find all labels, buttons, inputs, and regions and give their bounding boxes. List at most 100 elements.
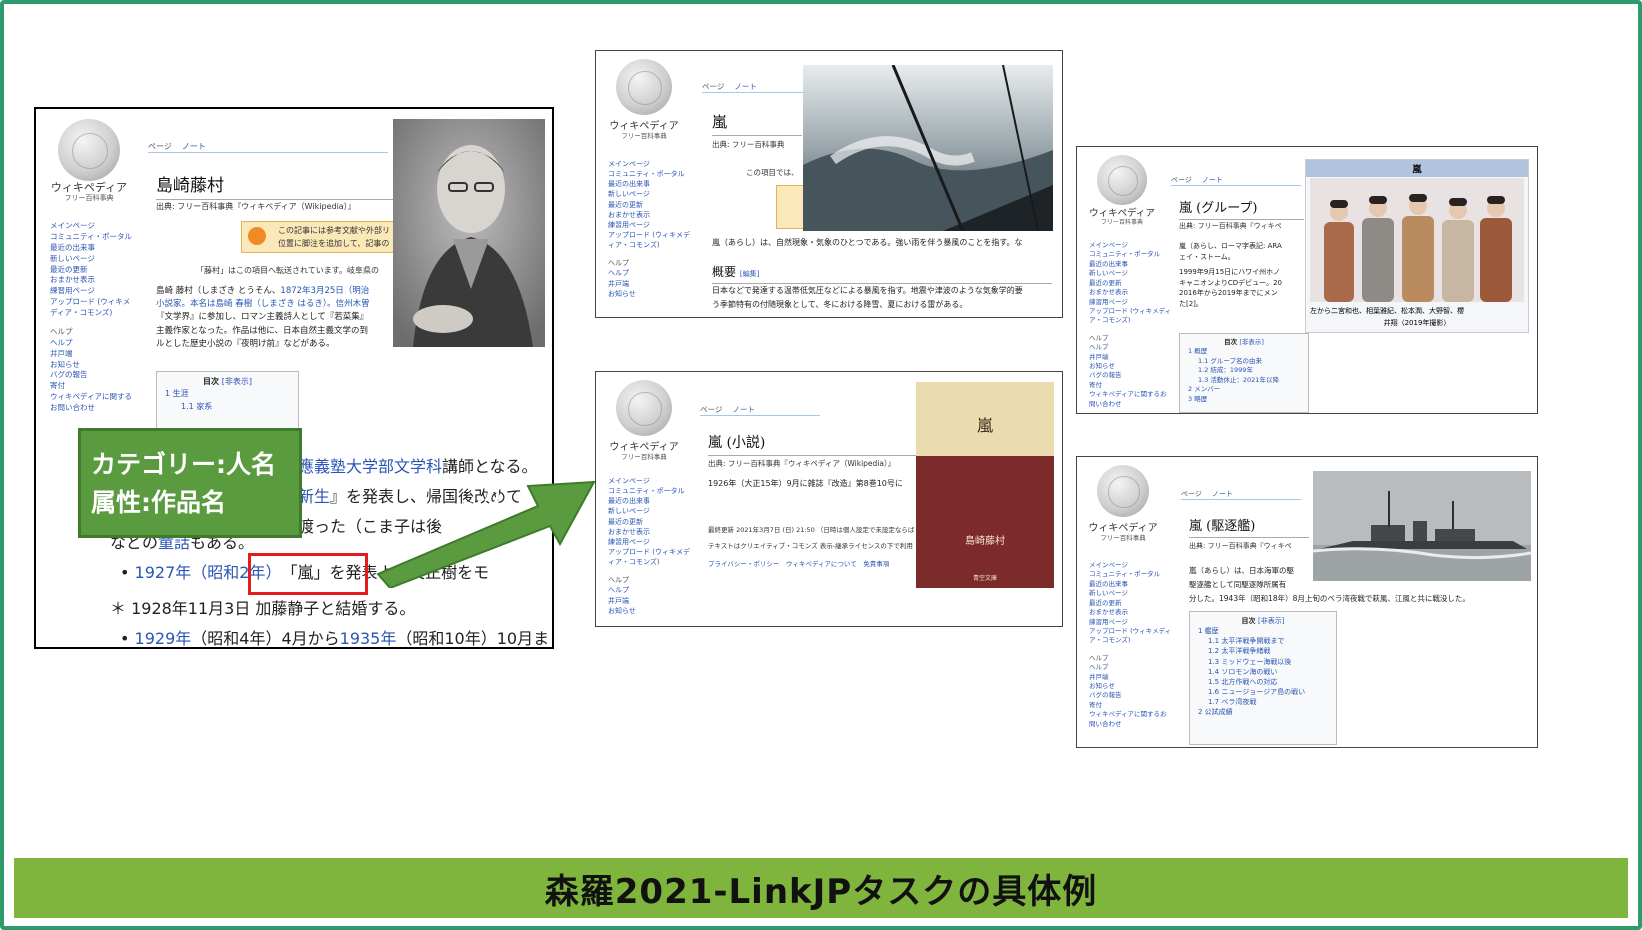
- nav-item[interactable]: コミュニティ・ポータル: [50, 232, 136, 243]
- nav-item[interactable]: 寄付: [1089, 381, 1173, 390]
- nav-item[interactable]: おまかせ表示: [608, 210, 692, 220]
- nav-item[interactable]: 最近の更新: [1089, 279, 1173, 288]
- tab-page[interactable]: ページ: [148, 141, 172, 152]
- nav-item[interactable]: アップロード (ウィキメディア・コモンズ): [1089, 627, 1173, 646]
- tab-page[interactable]: ページ: [1181, 489, 1202, 499]
- tab-page[interactable]: ページ: [1171, 175, 1192, 185]
- nav-item[interactable]: バグの報告: [1089, 691, 1173, 700]
- nav-item[interactable]: 練習用ページ: [608, 537, 692, 547]
- toc-item[interactable]: 1.6 ニュージョージア島の戦い: [1198, 687, 1328, 697]
- date-link[interactable]: 1872年3月25日（明治: [280, 286, 369, 296]
- nav-item[interactable]: 最近の出来事: [50, 243, 136, 254]
- toc-item[interactable]: 2 メンバー: [1188, 385, 1300, 394]
- nav-item[interactable]: 新しいページ: [1089, 269, 1173, 278]
- nav-item[interactable]: コミュニティ・ポータル: [1089, 250, 1173, 259]
- nav-item[interactable]: メインページ: [1089, 241, 1173, 250]
- nav-item[interactable]: ヘルプ: [50, 338, 136, 349]
- toc-item[interactable]: 1.7 ベラ湾夜戦: [1198, 697, 1328, 707]
- nav-item[interactable]: 最近の更新: [50, 265, 136, 276]
- toc-item[interactable]: 1.2 結成：1999年: [1188, 366, 1300, 375]
- nav-item[interactable]: 井戸端: [1089, 673, 1173, 682]
- nav-item[interactable]: メインページ: [608, 159, 692, 169]
- nav-item[interactable]: お知らせ: [608, 606, 692, 616]
- toc-item[interactable]: 1 生涯: [165, 388, 290, 400]
- nav-item[interactable]: メインページ: [1089, 561, 1173, 570]
- nav-item[interactable]: ヘルプ: [608, 268, 692, 278]
- nav-item[interactable]: 最近の出来事: [1089, 580, 1173, 589]
- toc-item[interactable]: 1.1 グループ名の由来: [1188, 357, 1300, 366]
- nav-item[interactable]: バグの報告: [1089, 371, 1173, 380]
- nav-item[interactable]: ヘルプ: [608, 585, 692, 595]
- nav-item[interactable]: 寄付: [50, 381, 136, 392]
- nav-item[interactable]: アップロード (ウィキメディア・コモンズ): [608, 230, 692, 250]
- nav-item[interactable]: コミュニティ・ポータル: [608, 486, 692, 496]
- nav-item[interactable]: 最近の出来事: [608, 496, 692, 506]
- nav-item[interactable]: メインページ: [608, 476, 692, 486]
- nav-item[interactable]: 最近の出来事: [608, 179, 692, 189]
- nav-item[interactable]: 井戸端: [1089, 353, 1173, 362]
- nav-item[interactable]: 井戸端: [608, 279, 692, 289]
- year-link[interactable]: 1927年: [135, 563, 192, 582]
- nav-item[interactable]: 井戸端: [50, 349, 136, 360]
- nav-item[interactable]: コミュニティ・ポータル: [608, 169, 692, 179]
- nav-item[interactable]: コミュニティ・ポータル: [1089, 570, 1173, 579]
- nav-item[interactable]: 新しいページ: [1089, 589, 1173, 598]
- nav-item[interactable]: ウィキペディアに関するお問い合わせ: [50, 392, 136, 414]
- nav-item[interactable]: おまかせ表示: [608, 527, 692, 537]
- year-link[interactable]: 1935年: [340, 629, 397, 647]
- nav-item[interactable]: バグの報告: [50, 370, 136, 381]
- nav-item[interactable]: 新しいページ: [50, 254, 136, 265]
- tab-note[interactable]: ノート: [182, 141, 206, 152]
- nav-item[interactable]: ヘルプ: [1089, 343, 1173, 352]
- nav-item[interactable]: おまかせ表示: [1089, 608, 1173, 617]
- nav-item[interactable]: 練習用ページ: [1089, 298, 1173, 307]
- toc-item[interactable]: 1.1 家系: [165, 401, 290, 413]
- nav-item[interactable]: 練習用ページ: [50, 286, 136, 297]
- section-title: 概要: [712, 265, 737, 279]
- tab-note[interactable]: ノート: [1202, 175, 1223, 185]
- toc-item[interactable]: 1 概歴: [1188, 347, 1300, 356]
- year-link[interactable]: 1929年: [135, 629, 192, 647]
- tab-page[interactable]: ページ: [702, 81, 724, 92]
- nav-item[interactable]: おまかせ表示: [50, 275, 136, 286]
- toc-item[interactable]: 1.2 太平洋戦争緒戦: [1198, 646, 1328, 656]
- work-link[interactable]: 新生: [298, 487, 330, 506]
- nav-item[interactable]: お知らせ: [50, 360, 136, 371]
- nav-item[interactable]: ウィキペディアに関するお問い合わせ: [1089, 710, 1173, 729]
- toc-item[interactable]: 1.1 太平洋戦争開戦まで: [1198, 636, 1328, 646]
- nav-item[interactable]: 新しいページ: [608, 506, 692, 516]
- nav-item[interactable]: 最近の出来事: [1089, 260, 1173, 269]
- toc-hide-link[interactable]: [非表示]: [222, 377, 252, 386]
- nav-item[interactable]: 最近の更新: [608, 517, 692, 527]
- toc-item[interactable]: 1.3 活動休止：2021年以降: [1188, 376, 1300, 385]
- nav-item[interactable]: ウィキペディアに関するお問い合わせ: [1089, 390, 1173, 409]
- nav-item[interactable]: 井戸端: [608, 596, 692, 606]
- toc-item[interactable]: 1.5 北方作戦への対応: [1198, 677, 1328, 687]
- nav-item[interactable]: おまかせ表示: [1089, 288, 1173, 297]
- tab-note[interactable]: ノート: [734, 81, 757, 92]
- toc-item[interactable]: 1.3 ミッドウェー海戦以後: [1198, 657, 1328, 667]
- toc-hide-link[interactable]: [非表示]: [1239, 338, 1264, 346]
- toc-item[interactable]: 1 艦歴: [1198, 626, 1328, 636]
- tab-note[interactable]: ノート: [732, 404, 755, 415]
- toc-hide-link[interactable]: [非表示]: [1258, 617, 1284, 625]
- nav-item[interactable]: ヘルプ: [1089, 663, 1173, 672]
- nav-item[interactable]: アップロード (ウィキメディア・コモンズ): [50, 297, 136, 319]
- toc-item[interactable]: 1.4 ソロモン海の戦い: [1198, 667, 1328, 677]
- nav-item[interactable]: 新しいページ: [608, 189, 692, 199]
- nav-item[interactable]: アップロード (ウィキメディア・コモンズ): [1089, 307, 1173, 326]
- nav-item[interactable]: メインページ: [50, 221, 136, 232]
- nav-item[interactable]: お知らせ: [608, 289, 692, 299]
- nav-item[interactable]: アップロード (ウィキメディア・コモンズ): [608, 547, 692, 567]
- tab-note[interactable]: ノート: [1212, 489, 1233, 499]
- toc-item[interactable]: 3 略歴: [1188, 395, 1300, 404]
- nav-item[interactable]: 練習用ページ: [608, 220, 692, 230]
- nav-item[interactable]: 練習用ページ: [1089, 618, 1173, 627]
- nav-item[interactable]: 寄付: [1089, 701, 1173, 710]
- edit-link[interactable]: [編集]: [740, 270, 759, 278]
- nav-item[interactable]: 最近の更新: [1089, 599, 1173, 608]
- toc-item[interactable]: 2 公試成績: [1198, 707, 1328, 717]
- nav-item[interactable]: 最近の更新: [608, 200, 692, 210]
- tab-page[interactable]: ページ: [700, 404, 722, 415]
- footer-links[interactable]: プライバシー・ポリシー ウィキペディアについて 免責事項: [708, 558, 889, 568]
